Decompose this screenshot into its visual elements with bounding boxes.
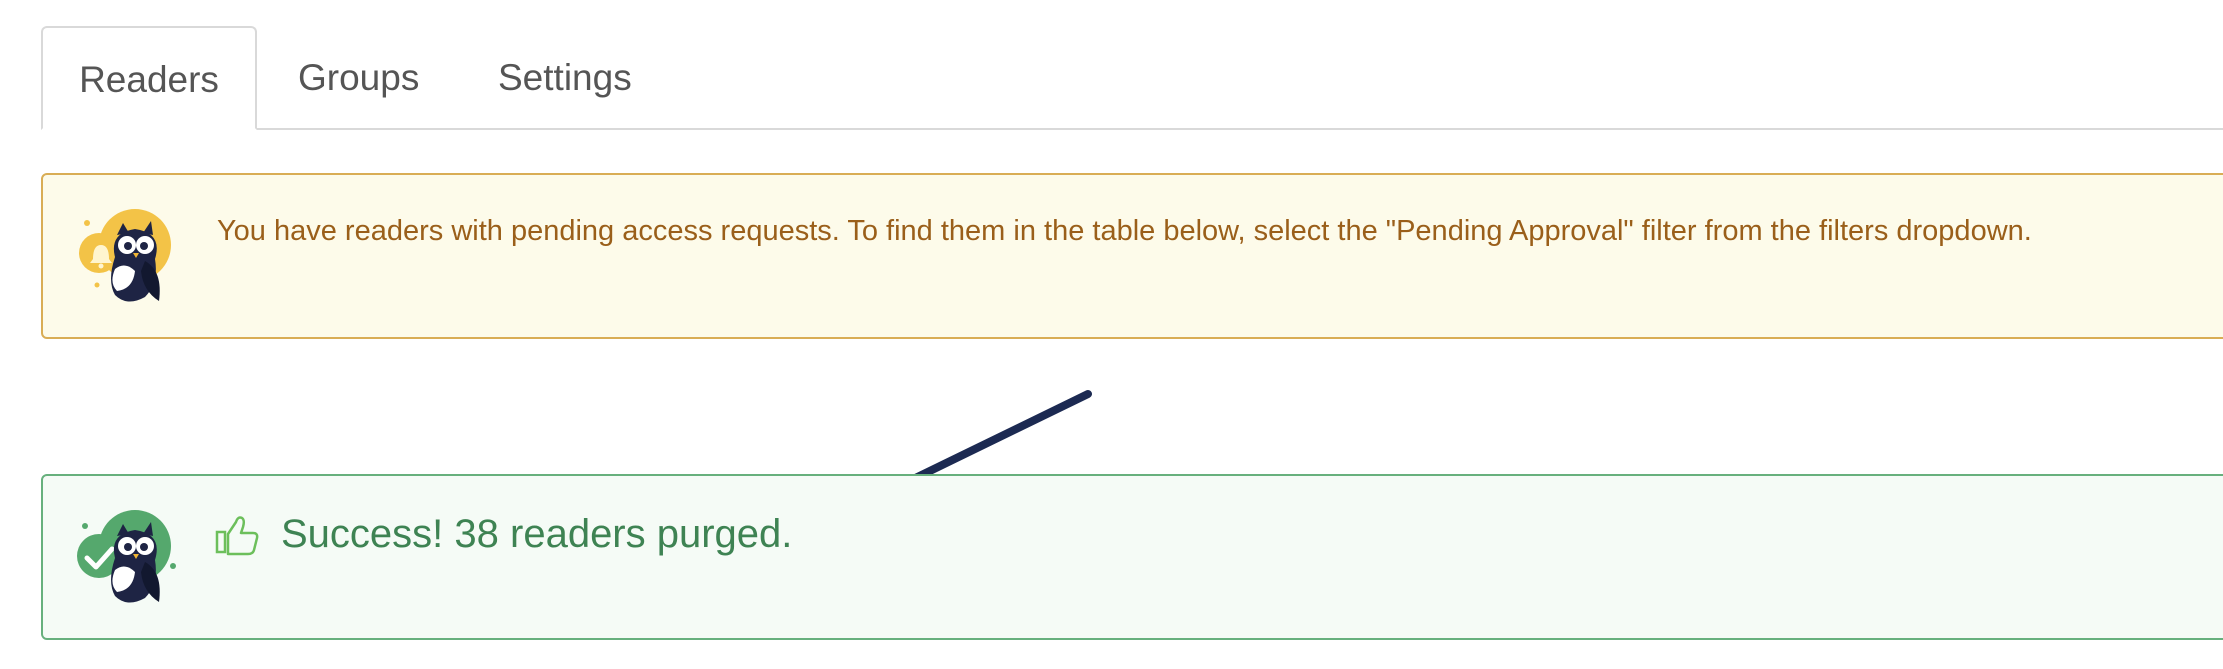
tab-groups[interactable]: Groups [298,26,419,130]
pending-requests-alert: You have readers with pending access req… [41,173,2223,339]
success-message: Success! 38 readers purged. [281,512,793,556]
tab-readers[interactable]: Readers [41,26,257,130]
pending-requests-message: You have readers with pending access req… [217,215,2032,247]
owl-mascot-bell-icon [79,209,171,302]
page: Readers Groups Settings You have readers… [0,0,2223,669]
tab-settings[interactable]: Settings [498,26,632,130]
owl-mascot-checkmark-icon [77,510,176,603]
tab-bar: Readers Groups Settings [41,26,2223,130]
success-alert: Success! 38 readers purged. [41,474,2223,640]
thumbs-up-icon [215,516,259,556]
